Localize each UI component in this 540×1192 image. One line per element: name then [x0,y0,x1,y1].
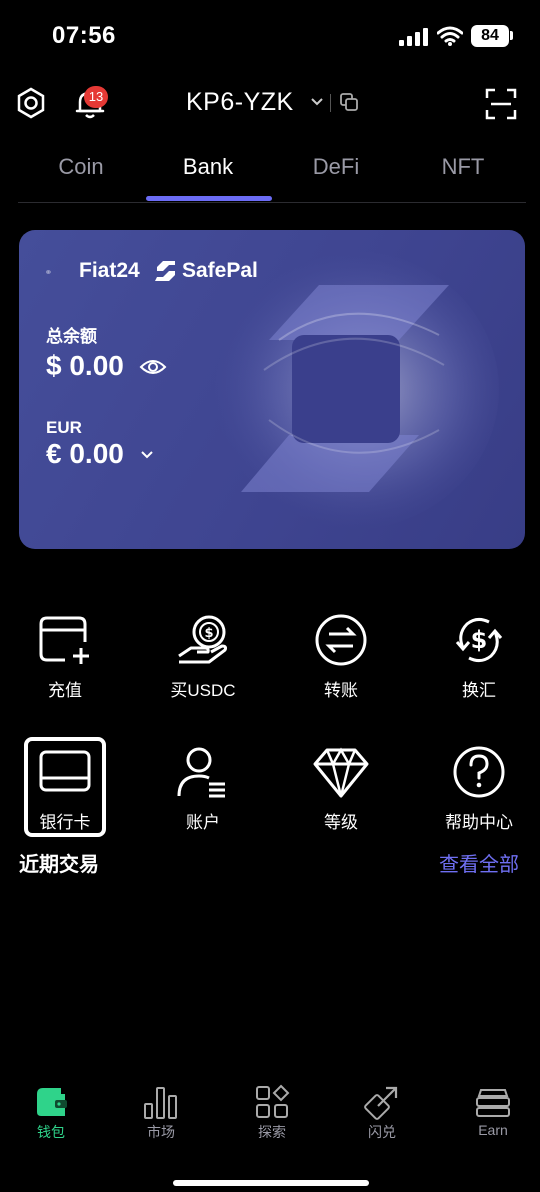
account-icon [177,747,225,798]
nav-label: Earn [478,1122,508,1138]
tab-nft[interactable]: NFT [403,154,523,180]
brand-safepal: SafePal [182,259,258,282]
action-label: 转账 [324,681,358,700]
swap-icon [364,1086,398,1120]
eye-icon[interactable] [139,357,167,377]
help-icon [453,746,505,798]
bank-card-highlight [24,737,106,837]
total-balance-value: $ 0.00 [46,350,124,381]
status-time: 07:56 [52,22,116,49]
exchange-dollar-icon: $ [455,617,503,663]
copy-icon[interactable] [339,92,359,112]
wifi-icon [437,26,463,46]
battery-level: 84 [471,25,509,47]
action-label: 换汇 [462,681,496,700]
action-level[interactable]: 等级 [276,744,406,833]
scan-icon[interactable] [485,88,517,120]
wallet-selector[interactable]: KP6-YZK [186,88,294,117]
battery-cap [510,31,513,40]
header-separator [330,94,331,112]
action-label: 帮助中心 [445,813,513,832]
action-label: 等级 [324,813,358,832]
nav-swap[interactable]: 闪兑 [342,1084,422,1142]
signal-icon [399,28,428,46]
hand-coin-icon: $ [178,615,228,664]
action-exchange[interactable]: $ 换汇 [414,612,540,701]
chevron-down-icon[interactable] [140,450,154,460]
safepal-logo-icon [155,261,175,281]
recent-transactions-title: 近期交易 [19,854,99,876]
nav-label: 闪兑 [368,1124,396,1140]
total-balance-label: 总余额 [46,327,97,346]
notification-badge: 13 [84,86,108,108]
action-label: 买USDC [170,681,236,700]
tab-coin[interactable]: Coin [21,154,141,180]
nav-label: 市场 [147,1124,175,1140]
action-label: 充值 [48,681,82,700]
active-tab-indicator [146,196,272,201]
transfer-icon [315,614,367,666]
nav-label: 探索 [258,1124,286,1140]
home-indicator[interactable] [173,1180,369,1186]
chevron-down-icon[interactable] [310,96,324,108]
diamond-icon [313,747,369,798]
svg-text:$: $ [204,626,213,641]
nav-explore[interactable]: 探索 [232,1084,312,1142]
tab-divider [18,202,526,203]
tab-bank[interactable]: Bank [148,154,268,180]
currency-balance-value: € 0.00 [46,438,124,469]
action-deposit[interactable]: 充值 [0,612,130,701]
svg-text:$: $ [471,626,488,654]
fiat24-logo-icon [46,270,51,274]
wallet-icon [37,1088,67,1116]
action-buy-usdc[interactable]: $ 买USDC [138,612,268,701]
explore-grid-icon [256,1084,290,1118]
nav-label: 钱包 [37,1124,65,1140]
action-help[interactable]: 帮助中心 [414,744,540,833]
currency-label: EUR [46,418,82,437]
market-chart-icon [144,1087,177,1119]
action-transfer[interactable]: 转账 [276,612,406,701]
earn-icon [476,1089,510,1117]
nav-earn[interactable]: Earn [453,1084,533,1138]
nav-wallet[interactable]: 钱包 [11,1084,91,1142]
tab-defi[interactable]: DeFi [276,154,396,180]
action-account[interactable]: 账户 [138,744,268,833]
nav-market[interactable]: 市场 [121,1084,201,1142]
settings-icon[interactable] [14,86,48,120]
view-all-link[interactable]: 查看全部 [439,848,519,877]
action-label: 账户 [186,813,220,832]
card-add-icon [39,616,89,664]
brand-fiat24: Fiat24 [79,259,140,282]
